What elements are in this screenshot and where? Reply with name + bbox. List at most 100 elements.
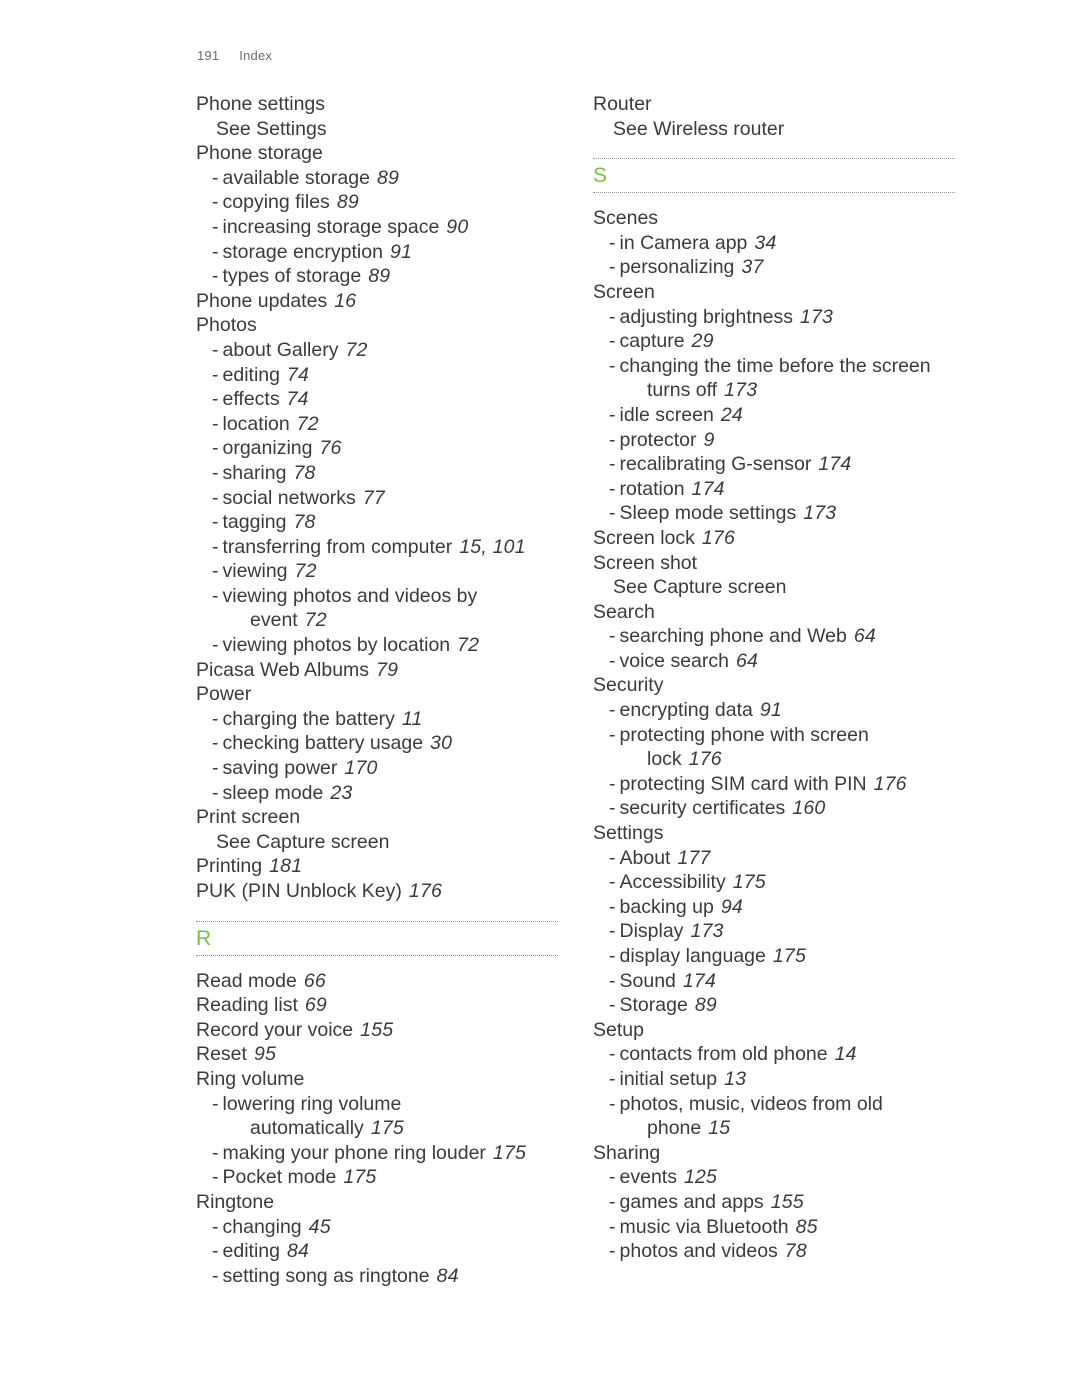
- index-entry: Ring volume: [196, 1067, 558, 1092]
- entry-label: tagging: [222, 511, 287, 534]
- index-subentry: - making your phone ring louder 175: [196, 1141, 558, 1166]
- bullet-dash: -: [609, 920, 616, 943]
- entry-page-number: 74: [286, 388, 309, 411]
- entry-page-number: 175: [732, 871, 766, 894]
- index-subentry: - Storage 89: [593, 993, 955, 1018]
- entry-label: rotation: [619, 477, 685, 500]
- entry-page-number: 90: [446, 215, 469, 238]
- index-subentry: - viewing photos and videos by: [196, 584, 558, 609]
- index-subentry: - games and apps 155: [593, 1190, 955, 1215]
- bullet-dash: -: [609, 1166, 616, 1189]
- index-page: 191 Index Phone settings See Settings Phone…: [0, 0, 1080, 1397]
- bullet-dash: -: [212, 461, 219, 484]
- entry-page-number: 173: [803, 502, 837, 525]
- index-subentry: - idle screen 24: [593, 403, 955, 428]
- entry-page-number: 76: [319, 437, 342, 460]
- index-entry: Screen lock 176: [593, 526, 955, 551]
- index-subentry: - viewing 72: [196, 559, 558, 584]
- entry-page-number: 77: [362, 486, 385, 509]
- bullet-dash: -: [609, 625, 616, 648]
- entry-page-number: 16: [334, 289, 357, 312]
- entry-label: Phone updates: [196, 289, 328, 312]
- entry-label: idle screen: [619, 403, 714, 426]
- index-entry: Reading list 69: [196, 993, 558, 1018]
- entry-page-number: 176: [408, 880, 443, 902]
- entry-label: effects: [222, 388, 280, 411]
- entry-label: Phone settings: [196, 93, 326, 115]
- running-header: 191 Index: [197, 48, 272, 63]
- page-number: 191: [197, 48, 220, 63]
- entry-label: editing: [222, 1240, 280, 1263]
- index-subentry: - initial setup 13: [593, 1067, 955, 1092]
- index-subentry: - available storage 89: [196, 166, 558, 191]
- index-subentry: - Sleep mode settings 173: [593, 501, 955, 526]
- entry-page-number: 91: [759, 699, 782, 722]
- entry-label: Sharing: [593, 1141, 661, 1164]
- entry-label: Search: [593, 600, 655, 623]
- entry-label: Reading list: [196, 994, 298, 1017]
- entry-label: increasing storage space: [222, 215, 440, 238]
- bullet-dash: -: [212, 707, 219, 730]
- index-column-right: Router See Wireless router S Scenes - in Came…: [593, 92, 955, 1264]
- entry-page-number: 175: [343, 1166, 377, 1189]
- entry-label: personalizing: [619, 256, 735, 279]
- entry-label: viewing: [222, 560, 288, 583]
- index-entry: Record your voice 155: [196, 1018, 558, 1043]
- entry-label: See Settings: [216, 117, 327, 140]
- entry-label: charging the battery: [222, 707, 395, 730]
- entry-label: Screen shot: [593, 551, 698, 574]
- index-subentry: - changing 45: [196, 1215, 558, 1240]
- index-subentry: - recalibrating G-sensor 174: [593, 452, 955, 477]
- index-entry: Photos: [196, 313, 558, 338]
- index-subentry: - organizing 76: [196, 436, 558, 461]
- bullet-dash: -: [212, 634, 219, 657]
- index-entry: Scenes: [593, 206, 955, 231]
- index-subentry: - Pocket mode 175: [196, 1165, 558, 1190]
- bullet-dash: -: [212, 486, 219, 509]
- index-subentry: - charging the battery 11: [196, 707, 558, 732]
- index-subentry: - personalizing 37: [593, 255, 955, 280]
- entry-page-number: 64: [735, 649, 759, 672]
- entry-page-number: 173: [799, 305, 834, 328]
- bullet-dash: -: [609, 354, 616, 377]
- bullet-dash: -: [212, 265, 219, 288]
- bullet-dash: -: [212, 191, 219, 214]
- index-subentry: - Sound 174: [593, 969, 955, 994]
- index-entry: Screen shot: [593, 551, 955, 576]
- entry-page-number: 78: [784, 1240, 807, 1263]
- index-entry: Router: [593, 92, 955, 117]
- entry-page-number: 84: [436, 1264, 459, 1287]
- entry-page-number: 15, 101: [459, 535, 526, 558]
- entry-page-number: 23: [330, 781, 353, 804]
- entry-page-number: 160: [792, 797, 826, 820]
- entry-label: voice search: [619, 649, 729, 672]
- entry-page-number: 89: [376, 166, 400, 189]
- entry-page-number: 94: [720, 895, 743, 918]
- bullet-dash: -: [609, 1092, 616, 1115]
- bullet-dash: -: [609, 256, 616, 279]
- index-subentry: - copying files 89: [196, 190, 558, 215]
- entry-label: music via Bluetooth: [619, 1215, 789, 1238]
- index-entry: Setup: [593, 1018, 955, 1043]
- bullet-dash: -: [212, 732, 219, 755]
- index-subentry: - changing the time before the screen: [593, 354, 955, 379]
- entry-label: automatically: [250, 1117, 364, 1140]
- index-cross-reference: See Wireless router: [593, 117, 955, 142]
- entry-page-number: 95: [253, 1043, 277, 1066]
- entry-label: Display: [619, 920, 684, 943]
- entry-label: phone: [647, 1117, 702, 1140]
- entry-label: searching phone and Web: [619, 625, 847, 648]
- entry-label: sleep mode: [222, 781, 324, 804]
- entry-label: Read mode: [196, 969, 297, 992]
- entry-label: changing the time before the screen: [619, 354, 931, 377]
- entry-page-number: 174: [691, 477, 725, 500]
- bullet-dash: -: [212, 1141, 219, 1164]
- entry-page-number: 69: [304, 994, 327, 1017]
- entry-label: security certificates: [619, 797, 786, 820]
- bullet-dash: -: [212, 1092, 219, 1115]
- entry-page-number: 34: [754, 231, 777, 254]
- entry-page-number: 72: [457, 634, 480, 657]
- entry-page-number: 155: [360, 1018, 394, 1041]
- entry-label: editing: [222, 363, 280, 386]
- entry-page-number: 72: [345, 338, 368, 361]
